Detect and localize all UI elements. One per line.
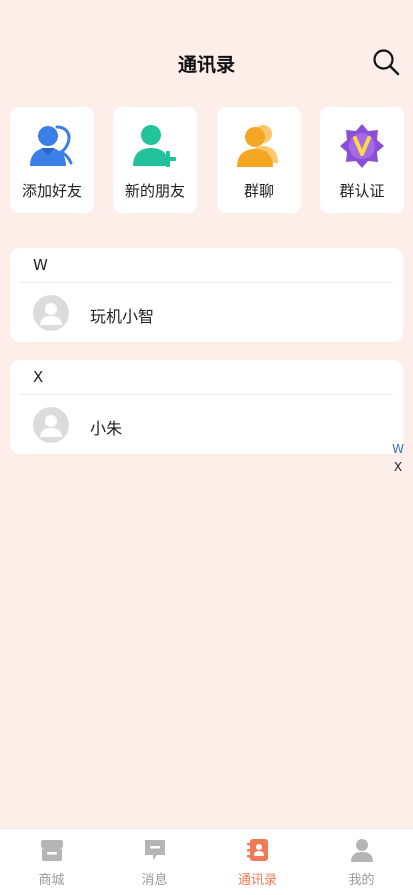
group-letter: W [33,256,48,274]
bottom-tab-bar: 商城 消息 通讯录 我的 [0,828,413,895]
tab-store[interactable]: 商城 [0,829,103,895]
group-letter: X [33,368,44,386]
contacts-icon [245,837,271,863]
contact-group-x: X 小朱 [10,360,403,454]
index-letter-x[interactable]: X [391,458,405,476]
contact-name: 玩机小智 [90,307,155,326]
contact-name: 小朱 [90,419,123,438]
tab-store-label: 商城 [38,873,65,888]
add-friend-label: 添加好友 [21,182,82,200]
group-chat-label: 群聊 [243,182,274,200]
tab-messages[interactable]: 消息 [103,829,206,895]
new-friend-icon [130,121,180,171]
avatar [33,295,69,331]
page-title: 通讯录 [177,54,235,76]
group-verify-icon [337,121,387,171]
contact-item[interactable]: 玩机小智 [10,286,403,342]
contact-group-w: W 玩机小智 [10,248,403,342]
tab-contacts-label: 通讯录 [237,873,277,888]
divider [20,282,393,283]
add-friend-icon [27,121,77,171]
group-verify-button[interactable]: 群认证 [320,107,404,213]
tab-profile-label: 我的 [348,873,375,888]
alphabet-index: W X [391,440,405,476]
tab-contacts[interactable]: 通讯录 [206,829,309,895]
contacts-page: 通讯录 添加好友 新的朋友 群聊 群认证 W 玩机小智 X 小朱 W X 商城 … [0,0,413,895]
new-friend-label: 新的朋友 [124,182,185,200]
new-friend-button[interactable]: 新的朋友 [113,107,197,213]
search-icon[interactable] [371,47,401,77]
tab-messages-label: 消息 [141,873,168,888]
header: 通讯录 [0,0,413,110]
group-chat-icon [234,121,284,171]
message-icon [142,837,168,863]
profile-icon [349,837,375,863]
divider [20,394,393,395]
avatar [33,407,69,443]
group-chat-button[interactable]: 群聊 [217,107,301,213]
index-letter-w[interactable]: W [391,440,405,458]
contact-item[interactable]: 小朱 [10,398,403,454]
add-friend-button[interactable]: 添加好友 [10,107,94,213]
group-verify-label: 群认证 [339,182,385,200]
tab-profile[interactable]: 我的 [310,829,413,895]
store-icon [39,837,65,863]
quick-actions: 添加好友 新的朋友 群聊 群认证 [10,107,413,213]
